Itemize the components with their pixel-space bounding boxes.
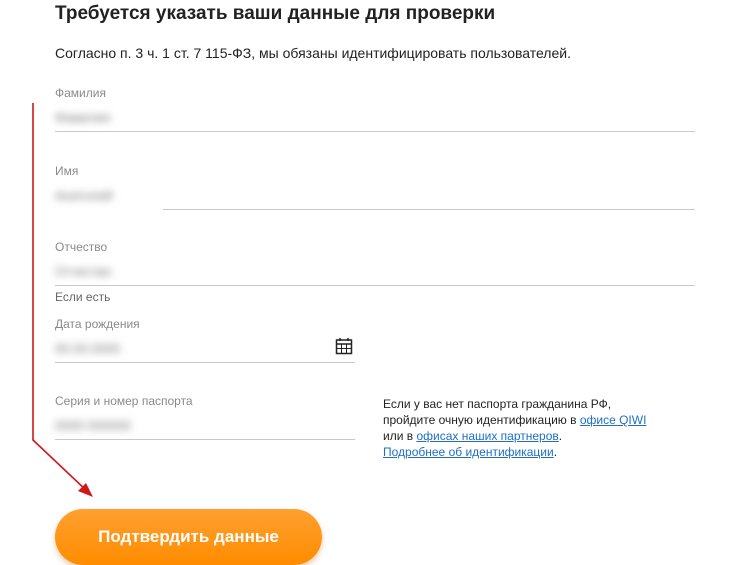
surname-underline — [55, 131, 695, 132]
name-field[interactable]: Имя Анатолий — [55, 164, 695, 214]
page-title: Требуется указать ваши данные для провер… — [55, 3, 496, 24]
info-line-2-text: пройдите очную идентификацию в — [383, 413, 580, 427]
info-line-3-end: . — [558, 429, 563, 443]
confirm-data-button[interactable]: Подтвердить данные — [55, 509, 322, 565]
info-line-1: Если у вас нет паспорта гражданина РФ, — [383, 397, 612, 411]
patronymic-label: Отчество — [55, 240, 108, 254]
passport-label: Серия и номер паспорта — [55, 394, 193, 408]
info-line-3-text: или в — [383, 429, 417, 443]
birthdate-field[interactable]: Дата рождения 00.00.0000 — [55, 317, 355, 367]
name-underline — [163, 209, 695, 210]
passport-field[interactable]: Серия и номер паспорта 0000 000000 — [55, 394, 355, 444]
birthdate-underline — [55, 362, 355, 363]
passport-underline — [55, 439, 355, 440]
passport-value[interactable]: 0000 000000 — [55, 418, 131, 433]
info-line-3: или в офисах наших партнеров. — [383, 428, 646, 444]
name-value[interactable]: Анатолий — [55, 188, 113, 203]
calendar-icon[interactable] — [335, 337, 353, 355]
patronymic-hint: Если есть — [55, 290, 111, 304]
patronymic-field[interactable]: Отчество Отчество Если есть — [55, 240, 695, 306]
page-subtitle: Согласно п. 3 ч. 1 ст. 7 115-ФЗ, мы обяз… — [55, 45, 571, 61]
patronymic-underline — [55, 285, 695, 286]
birthdate-label: Дата рождения — [55, 317, 140, 331]
no-passport-info: Если у вас нет паспорта гражданина РФ, п… — [383, 396, 646, 460]
identification-details-link[interactable]: Подробнее об идентификации — [383, 445, 554, 459]
surname-field[interactable]: Фамилия Фамилия — [55, 86, 695, 136]
info-line-2: пройдите очную идентификацию в офисе QIW… — [383, 412, 646, 428]
partner-offices-link[interactable]: офисах наших партнеров — [416, 429, 558, 443]
name-label: Имя — [55, 164, 79, 178]
info-line-4-end: . — [553, 445, 558, 459]
surname-value[interactable]: Фамилия — [55, 110, 110, 125]
info-line-4: Подробнее об идентификации. — [383, 444, 646, 460]
birthdate-value[interactable]: 00.00.0000 — [55, 341, 120, 356]
surname-label: Фамилия — [55, 86, 106, 100]
patronymic-value[interactable]: Отчество — [55, 264, 112, 279]
qiwi-office-link[interactable]: офисе QIWI — [580, 413, 647, 427]
